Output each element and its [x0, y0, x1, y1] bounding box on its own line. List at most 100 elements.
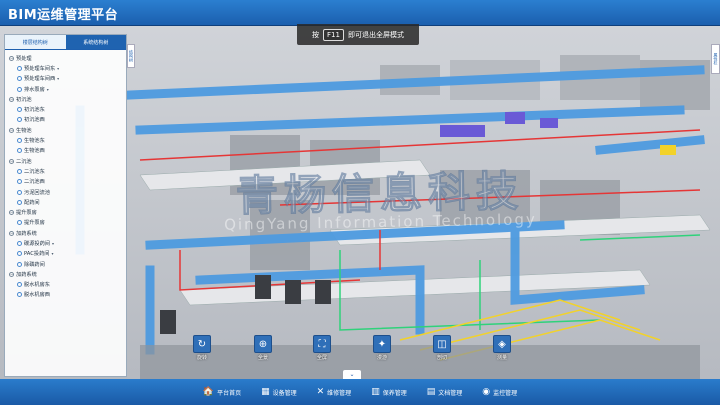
- node-icon: [17, 240, 22, 246]
- tree-item[interactable]: 污泥回流池: [9, 187, 124, 197]
- section-icon: ◫: [433, 335, 451, 353]
- tree-item[interactable]: 脱水机房东: [9, 280, 124, 290]
- tree-item[interactable]: 配药间: [9, 197, 124, 207]
- tree-item-label: 初沉池西: [24, 117, 45, 124]
- collapse-icon[interactable]: −: [9, 210, 14, 216]
- tree-panel-handle[interactable]: 结构树: [127, 44, 135, 68]
- tree-item[interactable]: 初沉池东: [9, 104, 124, 114]
- section-tool[interactable]: ◫ 剖切: [429, 335, 455, 361]
- tool-label: 旋转: [196, 355, 207, 361]
- tool-label: 剖切: [436, 355, 447, 361]
- tree-group[interactable]: − 二沉池: [9, 156, 124, 166]
- nav-documents[interactable]: ▤ 文档管理: [427, 387, 463, 397]
- fullscreen-icon: ⛶: [313, 335, 331, 353]
- collapse-icon[interactable]: −: [9, 96, 14, 102]
- chevron-down-icon[interactable]: ▾: [51, 251, 53, 256]
- tree-group[interactable]: − 生物池: [9, 125, 124, 135]
- tree-item-label: 排水泵房: [24, 86, 45, 93]
- tree-item-label: 初沉池东: [24, 107, 45, 114]
- tree-item-label: 加药系统: [16, 230, 37, 237]
- node-icon: [17, 168, 22, 174]
- tree-group[interactable]: − 初沉池: [9, 94, 124, 104]
- node-icon: [17, 138, 22, 144]
- tree-group[interactable]: − 提升泵房: [9, 207, 124, 217]
- tree-item-label: 二沉池东: [24, 168, 45, 175]
- document-icon: ▤: [426, 387, 436, 397]
- tree-item[interactable]: 生物池东: [9, 135, 124, 145]
- tree-item-label: PAC投药间: [24, 251, 50, 258]
- wrench-icon: ✕: [316, 387, 325, 397]
- tree-item[interactable]: 二沉池西: [9, 177, 124, 187]
- bottom-nav: 🏠 平台首页 ▦ 设备管理 ✕ 维修管理 ▥ 保养管理 ▤ 文档管理 ◉ 监控管…: [0, 379, 720, 405]
- collapse-icon[interactable]: −: [9, 127, 14, 133]
- tree-item[interactable]: 预处理车间东 ▾: [9, 63, 124, 73]
- fullscreen-tool[interactable]: ⛶ 全屏: [309, 335, 335, 361]
- node-icon: [17, 292, 22, 298]
- tree-item[interactable]: 排水泵房 ▾: [9, 84, 124, 94]
- tree-item-label: 提升泵房: [24, 220, 45, 227]
- node-icon: [17, 251, 22, 257]
- chevron-down-icon[interactable]: ▾: [57, 66, 59, 71]
- node-icon: [17, 189, 22, 195]
- tree-item[interactable]: 二沉池东: [9, 166, 124, 176]
- tree-item[interactable]: PAC投药间 ▾: [9, 249, 124, 259]
- equipment-icon: ▦: [261, 387, 270, 397]
- home-icon: 🏠: [202, 387, 215, 397]
- collapse-icon[interactable]: −: [9, 158, 14, 164]
- camera-icon: ◉: [482, 387, 491, 397]
- tree-item[interactable]: 生物池西: [9, 146, 124, 156]
- tree-item-label: 预处理车间东: [24, 65, 56, 72]
- nav-maintenance[interactable]: ▥ 保养管理: [371, 387, 407, 397]
- nav-repair[interactable]: ✕ 维修管理: [317, 387, 352, 397]
- nav-home[interactable]: 🏠 平台首页: [203, 387, 241, 397]
- tree-item-label: 加药系统: [16, 271, 37, 278]
- tree-group[interactable]: − 预处理: [9, 53, 124, 63]
- node-icon: [17, 261, 22, 267]
- hint-suffix: 即可退出全屏模式: [347, 30, 404, 39]
- node-icon: [17, 179, 22, 185]
- maintenance-icon: ▥: [371, 387, 380, 397]
- tree-group[interactable]: − 加药系统: [9, 269, 124, 279]
- nav-monitoring[interactable]: ◉ 监控管理: [482, 387, 517, 397]
- tree-item[interactable]: 提升泵房: [9, 218, 124, 228]
- node-icon: [17, 282, 22, 288]
- tab-system-tree[interactable]: 系统结构树: [65, 35, 126, 50]
- collapse-icon[interactable]: −: [9, 230, 14, 236]
- node-icon: [17, 117, 22, 123]
- nav-label: 设备管理: [272, 389, 297, 397]
- tree-item[interactable]: 初沉池西: [9, 115, 124, 125]
- node-icon: [17, 220, 22, 226]
- hint-prefix: 按: [312, 30, 320, 39]
- structure-tree-panel: 楼层结构树 系统结构树 − 预处理 预处理车间东 ▾ 预处理车间西 ▾ 排水泵房 ▾ − 初沉池初…: [4, 34, 127, 377]
- collapse-icon[interactable]: −: [9, 271, 14, 277]
- app-header: BIM运维管理平台: [0, 0, 720, 26]
- tree-item[interactable]: 碳源投药间 ▾: [9, 238, 124, 248]
- chevron-down-icon[interactable]: ▾: [57, 76, 59, 81]
- node-icon: [17, 107, 22, 113]
- tree-item[interactable]: 预处理车间西 ▾: [9, 74, 124, 84]
- roam-tool[interactable]: ✦ 漫游: [369, 335, 395, 361]
- tree-item-label: 碳源投药间: [24, 240, 50, 247]
- nav-equipment[interactable]: ▦ 设备管理: [261, 387, 297, 397]
- tab-floor-tree[interactable]: 楼层结构树: [5, 35, 66, 50]
- collapse-icon[interactable]: −: [9, 55, 14, 61]
- chevron-down-icon[interactable]: ▾: [47, 87, 49, 92]
- rotate-tool[interactable]: ↻ 旋转: [189, 335, 215, 361]
- chevron-down-icon[interactable]: ▾: [52, 241, 54, 246]
- tree-group[interactable]: − 加药系统: [9, 228, 124, 238]
- tree-item[interactable]: 脱水机房西: [9, 290, 124, 300]
- measure-tool[interactable]: ◈ 测量: [489, 335, 515, 361]
- roam-icon: ✦: [373, 335, 391, 353]
- tool-label: 测量: [496, 355, 507, 361]
- chevron-down-icon: ⌄: [349, 371, 355, 378]
- panorama-tool[interactable]: ⊕ 全景: [250, 335, 276, 361]
- toolbar-collapse-button[interactable]: ⌄: [343, 370, 361, 379]
- tool-label: 全景: [257, 355, 268, 361]
- app-title: BIM运维管理平台: [8, 8, 119, 23]
- nav-label: 保养管理: [382, 389, 407, 397]
- rotate-icon: ↻: [193, 335, 211, 353]
- tree-item-label: 脱水机房东: [24, 282, 50, 289]
- tree-item[interactable]: 除磷药间: [9, 259, 124, 269]
- nav-label: 监控管理: [493, 389, 518, 397]
- property-panel-handle[interactable]: 属性栏: [711, 44, 720, 74]
